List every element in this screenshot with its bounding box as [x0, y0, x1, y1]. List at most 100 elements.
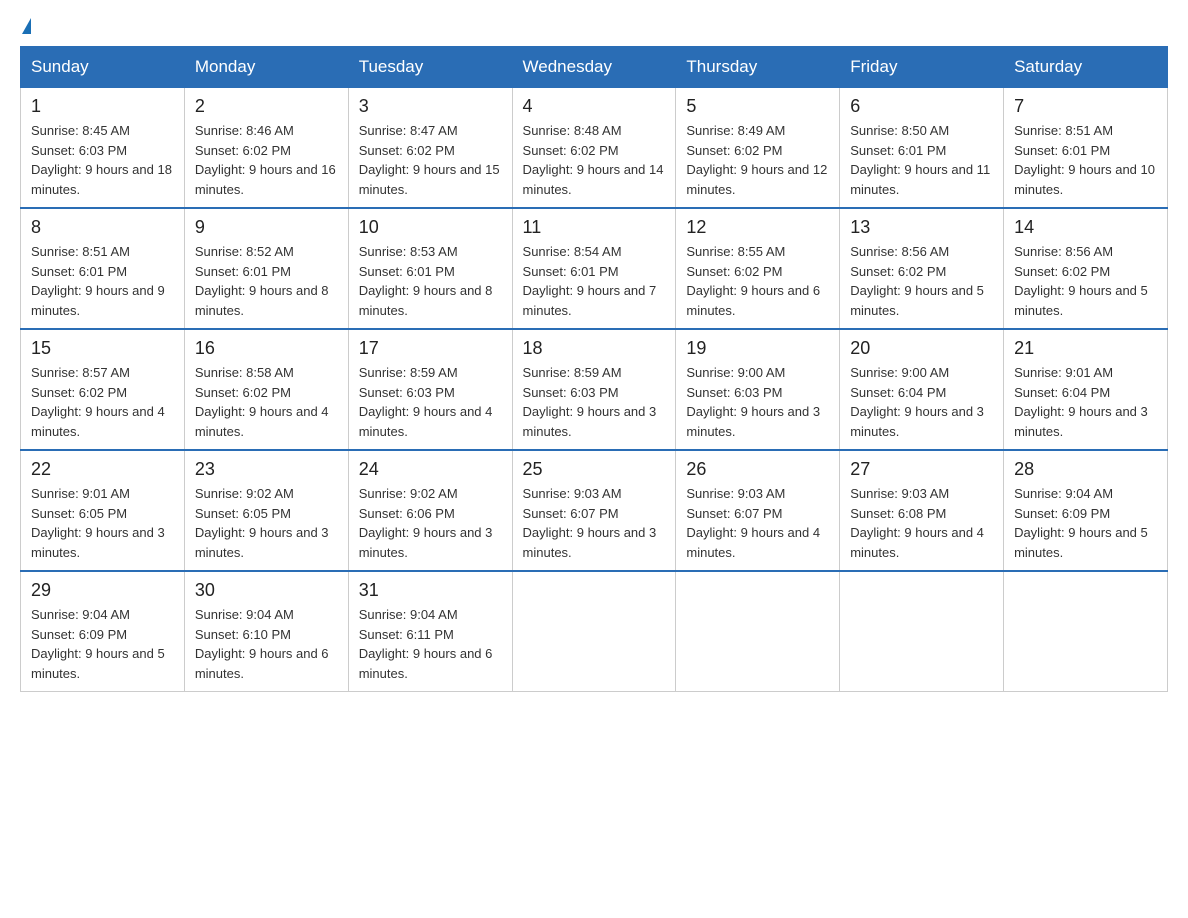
calendar-cell: 1 Sunrise: 8:45 AMSunset: 6:03 PMDaylight… — [21, 88, 185, 209]
calendar-week-row: 1 Sunrise: 8:45 AMSunset: 6:03 PMDaylight… — [21, 88, 1168, 209]
calendar-cell — [840, 571, 1004, 692]
calendar-week-row: 29Sunrise: 9:04 AMSunset: 6:09 PMDayligh… — [21, 571, 1168, 692]
weekday-header-saturday: Saturday — [1004, 47, 1168, 88]
day-number: 20 — [850, 338, 993, 359]
day-info: Sunrise: 8:46 AMSunset: 6:02 PMDaylight:… — [195, 121, 338, 199]
calendar-cell: 11 Sunrise: 8:54 AMSunset: 6:01 PMDayligh… — [512, 208, 676, 329]
day-number: 24 — [359, 459, 502, 480]
day-info: Sunrise: 8:51 AMSunset: 6:01 PMDaylight:… — [1014, 121, 1157, 199]
calendar-cell: 20 Sunrise: 9:00 AMSunset: 6:04 PMDayligh… — [840, 329, 1004, 450]
calendar-cell: 14 Sunrise: 8:56 AMSunset: 6:02 PMDayligh… — [1004, 208, 1168, 329]
calendar-cell: 30 Sunrise: 9:04 AMSunset: 6:10 PMDayligh… — [184, 571, 348, 692]
calendar-cell: 23 Sunrise: 9:02 AMSunset: 6:05 PMDayligh… — [184, 450, 348, 571]
weekday-header-sunday: Sunday — [21, 47, 185, 88]
day-number: 6 — [850, 96, 993, 117]
calendar-cell: 17Sunrise: 8:59 AMSunset: 6:03 PMDayligh… — [348, 329, 512, 450]
calendar-cell: 7 Sunrise: 8:51 AMSunset: 6:01 PMDaylight… — [1004, 88, 1168, 209]
day-number: 15 — [31, 338, 174, 359]
day-number: 19 — [686, 338, 829, 359]
day-number: 25 — [523, 459, 666, 480]
day-info: Sunrise: 8:55 AMSunset: 6:02 PMDaylight:… — [686, 242, 829, 320]
calendar-cell: 27 Sunrise: 9:03 AMSunset: 6:08 PMDayligh… — [840, 450, 1004, 571]
day-info: Sunrise: 9:03 AMSunset: 6:07 PMDaylight:… — [686, 484, 829, 562]
day-info: Sunrise: 8:50 AMSunset: 6:01 PMDaylight:… — [850, 121, 993, 199]
calendar-cell: 26 Sunrise: 9:03 AMSunset: 6:07 PMDayligh… — [676, 450, 840, 571]
calendar-cell: 31 Sunrise: 9:04 AMSunset: 6:11 PMDayligh… — [348, 571, 512, 692]
calendar-cell: 9 Sunrise: 8:52 AMSunset: 6:01 PMDaylight… — [184, 208, 348, 329]
calendar-cell: 22Sunrise: 9:01 AMSunset: 6:05 PMDayligh… — [21, 450, 185, 571]
day-number: 1 — [31, 96, 174, 117]
day-number: 8 — [31, 217, 174, 238]
day-number: 18 — [523, 338, 666, 359]
calendar-cell: 3 Sunrise: 8:47 AMSunset: 6:02 PMDaylight… — [348, 88, 512, 209]
calendar-cell: 28 Sunrise: 9:04 AMSunset: 6:09 PMDayligh… — [1004, 450, 1168, 571]
day-number: 5 — [686, 96, 829, 117]
calendar-cell — [512, 571, 676, 692]
calendar-cell: 12 Sunrise: 8:55 AMSunset: 6:02 PMDayligh… — [676, 208, 840, 329]
day-info: Sunrise: 9:01 AMSunset: 6:04 PMDaylight:… — [1014, 363, 1157, 441]
day-info: Sunrise: 8:48 AMSunset: 6:02 PMDaylight:… — [523, 121, 666, 199]
calendar-week-row: 22Sunrise: 9:01 AMSunset: 6:05 PMDayligh… — [21, 450, 1168, 571]
calendar-cell: 18 Sunrise: 8:59 AMSunset: 6:03 PMDayligh… — [512, 329, 676, 450]
day-info: Sunrise: 8:51 AMSunset: 6:01 PMDaylight:… — [31, 242, 174, 320]
day-info: Sunrise: 9:02 AMSunset: 6:05 PMDaylight:… — [195, 484, 338, 562]
day-number: 28 — [1014, 459, 1157, 480]
day-info: Sunrise: 8:59 AMSunset: 6:03 PMDaylight:… — [523, 363, 666, 441]
day-number: 2 — [195, 96, 338, 117]
calendar-cell: 24 Sunrise: 9:02 AMSunset: 6:06 PMDayligh… — [348, 450, 512, 571]
day-info: Sunrise: 8:56 AMSunset: 6:02 PMDaylight:… — [1014, 242, 1157, 320]
day-number: 30 — [195, 580, 338, 601]
calendar-cell: 13Sunrise: 8:56 AMSunset: 6:02 PMDayligh… — [840, 208, 1004, 329]
calendar-cell: 5 Sunrise: 8:49 AMSunset: 6:02 PMDaylight… — [676, 88, 840, 209]
calendar-cell: 29Sunrise: 9:04 AMSunset: 6:09 PMDayligh… — [21, 571, 185, 692]
day-info: Sunrise: 9:04 AMSunset: 6:09 PMDaylight:… — [31, 605, 174, 683]
day-info: Sunrise: 8:57 AMSunset: 6:02 PMDaylight:… — [31, 363, 174, 441]
calendar-cell: 25 Sunrise: 9:03 AMSunset: 6:07 PMDayligh… — [512, 450, 676, 571]
day-number: 11 — [523, 217, 666, 238]
day-number: 13 — [850, 217, 993, 238]
calendar-cell: 10 Sunrise: 8:53 AMSunset: 6:01 PMDayligh… — [348, 208, 512, 329]
day-info: Sunrise: 9:02 AMSunset: 6:06 PMDaylight:… — [359, 484, 502, 562]
day-number: 4 — [523, 96, 666, 117]
calendar-cell: 2 Sunrise: 8:46 AMSunset: 6:02 PMDaylight… — [184, 88, 348, 209]
day-number: 10 — [359, 217, 502, 238]
day-number: 7 — [1014, 96, 1157, 117]
day-number: 31 — [359, 580, 502, 601]
calendar-cell: 8 Sunrise: 8:51 AMSunset: 6:01 PMDaylight… — [21, 208, 185, 329]
day-info: Sunrise: 8:53 AMSunset: 6:01 PMDaylight:… — [359, 242, 502, 320]
logo-triangle-icon — [22, 18, 31, 34]
calendar-cell: 4 Sunrise: 8:48 AMSunset: 6:02 PMDaylight… — [512, 88, 676, 209]
weekday-header-tuesday: Tuesday — [348, 47, 512, 88]
weekday-header-row: SundayMondayTuesdayWednesdayThursdayFrid… — [21, 47, 1168, 88]
calendar-cell — [1004, 571, 1168, 692]
day-info: Sunrise: 9:00 AMSunset: 6:04 PMDaylight:… — [850, 363, 993, 441]
day-info: Sunrise: 9:03 AMSunset: 6:07 PMDaylight:… — [523, 484, 666, 562]
day-info: Sunrise: 9:04 AMSunset: 6:10 PMDaylight:… — [195, 605, 338, 683]
day-info: Sunrise: 8:45 AMSunset: 6:03 PMDaylight:… — [31, 121, 174, 199]
weekday-header-wednesday: Wednesday — [512, 47, 676, 88]
day-info: Sunrise: 8:47 AMSunset: 6:02 PMDaylight:… — [359, 121, 502, 199]
calendar-cell: 16Sunrise: 8:58 AMSunset: 6:02 PMDayligh… — [184, 329, 348, 450]
day-info: Sunrise: 9:04 AMSunset: 6:11 PMDaylight:… — [359, 605, 502, 683]
day-info: Sunrise: 8:54 AMSunset: 6:01 PMDaylight:… — [523, 242, 666, 320]
weekday-header-friday: Friday — [840, 47, 1004, 88]
day-number: 9 — [195, 217, 338, 238]
day-number: 14 — [1014, 217, 1157, 238]
day-info: Sunrise: 8:49 AMSunset: 6:02 PMDaylight:… — [686, 121, 829, 199]
day-info: Sunrise: 8:52 AMSunset: 6:01 PMDaylight:… — [195, 242, 338, 320]
calendar-cell — [676, 571, 840, 692]
day-number: 3 — [359, 96, 502, 117]
day-info: Sunrise: 9:04 AMSunset: 6:09 PMDaylight:… — [1014, 484, 1157, 562]
calendar-week-row: 15 Sunrise: 8:57 AMSunset: 6:02 PMDayligh… — [21, 329, 1168, 450]
day-number: 26 — [686, 459, 829, 480]
day-number: 12 — [686, 217, 829, 238]
logo — [20, 20, 31, 36]
day-number: 27 — [850, 459, 993, 480]
day-number: 16 — [195, 338, 338, 359]
day-info: Sunrise: 8:59 AMSunset: 6:03 PMDaylight:… — [359, 363, 502, 441]
calendar-table: SundayMondayTuesdayWednesdayThursdayFrid… — [20, 46, 1168, 692]
day-number: 21 — [1014, 338, 1157, 359]
day-info: Sunrise: 9:03 AMSunset: 6:08 PMDaylight:… — [850, 484, 993, 562]
day-number: 23 — [195, 459, 338, 480]
day-info: Sunrise: 9:01 AMSunset: 6:05 PMDaylight:… — [31, 484, 174, 562]
